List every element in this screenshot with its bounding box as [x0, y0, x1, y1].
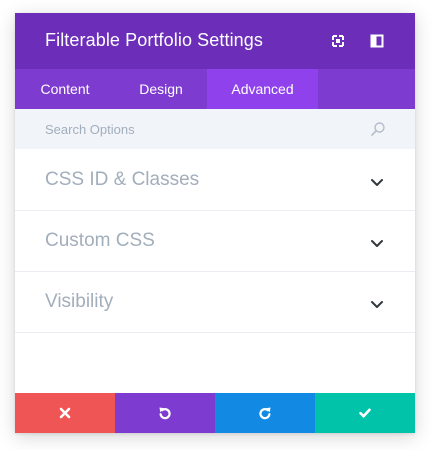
search-icon[interactable]	[370, 121, 386, 137]
section-css-id-classes[interactable]: CSS ID & Classes	[15, 150, 415, 211]
chevron-down-icon	[370, 297, 384, 308]
close-icon	[59, 407, 71, 419]
sidebar-icon[interactable]	[369, 33, 385, 49]
redo-icon	[259, 407, 271, 420]
section-label: Custom CSS	[45, 230, 155, 251]
section-custom-css[interactable]: Custom CSS	[15, 211, 415, 272]
cancel-button[interactable]	[15, 393, 115, 433]
check-icon	[359, 408, 371, 418]
tab-advanced[interactable]: Advanced	[207, 69, 318, 109]
section-label: CSS ID & Classes	[45, 169, 200, 190]
undo-icon	[159, 407, 171, 420]
undo-button[interactable]	[115, 393, 215, 433]
section-visibility[interactable]: Visibility	[15, 272, 415, 333]
save-button[interactable]	[315, 393, 415, 433]
chevron-down-icon	[370, 175, 384, 186]
tab-bar: Content Design Advanced	[15, 69, 415, 109]
redo-button[interactable]	[215, 393, 315, 433]
modal-title: Filterable Portfolio Settings	[45, 30, 264, 50]
modal-footer	[15, 393, 415, 433]
search-input[interactable]	[45, 109, 345, 149]
section-label: Visibility	[45, 291, 114, 312]
tab-design[interactable]: Design	[115, 69, 207, 109]
search-bar	[15, 109, 415, 149]
modal-header: Filterable Portfolio Settings	[15, 13, 415, 69]
expand-icon[interactable]	[330, 33, 346, 49]
tab-content[interactable]: Content	[15, 69, 115, 109]
settings-modal: Filterable Portfolio Settings Content De…	[15, 13, 415, 433]
chevron-down-icon	[370, 236, 384, 247]
